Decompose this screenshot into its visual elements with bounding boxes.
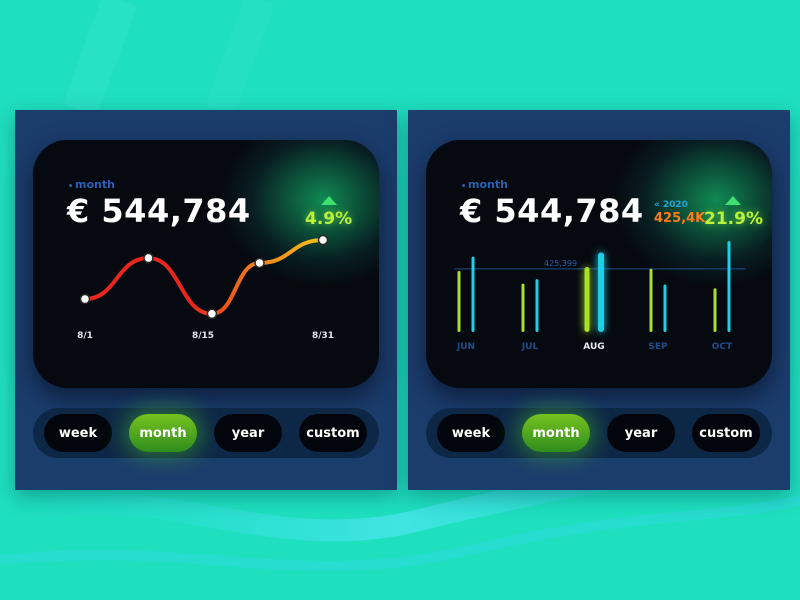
bar[interactable] — [727, 241, 731, 332]
tab-week[interactable]: week — [44, 414, 112, 452]
x-axis-label[interactable]: OCT — [712, 342, 733, 352]
tab-custom[interactable]: custom — [299, 414, 367, 452]
x-axis-label: 8/15 — [192, 331, 214, 341]
bar[interactable] — [584, 267, 590, 332]
period-tabs: week month year custom — [33, 408, 379, 458]
bar[interactable] — [521, 283, 525, 332]
reference-line-label: 425,399 — [544, 259, 577, 268]
line-point[interactable] — [79, 293, 91, 305]
bar[interactable] — [649, 268, 653, 332]
bar-chart: 425,399 JUN JUL AUG SEP OCT — [454, 241, 746, 352]
line-chart: 8/1 8/15 8/31 — [77, 234, 334, 341]
bar[interactable] — [535, 279, 539, 332]
bar[interactable] — [713, 288, 717, 332]
bar[interactable] — [457, 270, 461, 332]
line-point[interactable] — [254, 257, 265, 269]
bar[interactable] — [663, 284, 667, 332]
line-series — [83, 238, 325, 316]
bar[interactable] — [598, 252, 604, 332]
period-tabs: week month year custom — [426, 408, 772, 458]
panel-line-chart: month € 544,784 4.9% 8/1 8/15 8/31 week mo… — [15, 110, 397, 490]
x-axis-label[interactable]: JUL — [521, 342, 539, 352]
x-axis-label[interactable]: AUG — [583, 342, 604, 352]
summary-card: month € 544,784 4.9% 8/1 8/15 8/31 — [33, 140, 379, 388]
x-axis-label[interactable]: SEP — [648, 342, 668, 352]
summary-card: month € 544,784 «2020 425,4K 21.9% 425,3… — [426, 140, 772, 388]
panel-bar-chart: month € 544,784 «2020 425,4K 21.9% 425,3… — [408, 110, 790, 490]
line-point[interactable] — [143, 252, 154, 264]
tab-year[interactable]: year — [214, 414, 282, 452]
x-axis-label[interactable]: JUN — [456, 342, 475, 352]
tab-week[interactable]: week — [437, 414, 505, 452]
x-axis-label: 8/1 — [77, 331, 93, 341]
line-point[interactable] — [206, 308, 218, 320]
tab-custom[interactable]: custom — [692, 414, 760, 452]
bar[interactable] — [471, 256, 475, 332]
x-axis-label: 8/31 — [312, 331, 334, 341]
tab-month[interactable]: month — [129, 414, 197, 452]
line-point[interactable] — [317, 234, 329, 246]
tab-year[interactable]: year — [607, 414, 675, 452]
tab-month[interactable]: month — [522, 414, 590, 452]
